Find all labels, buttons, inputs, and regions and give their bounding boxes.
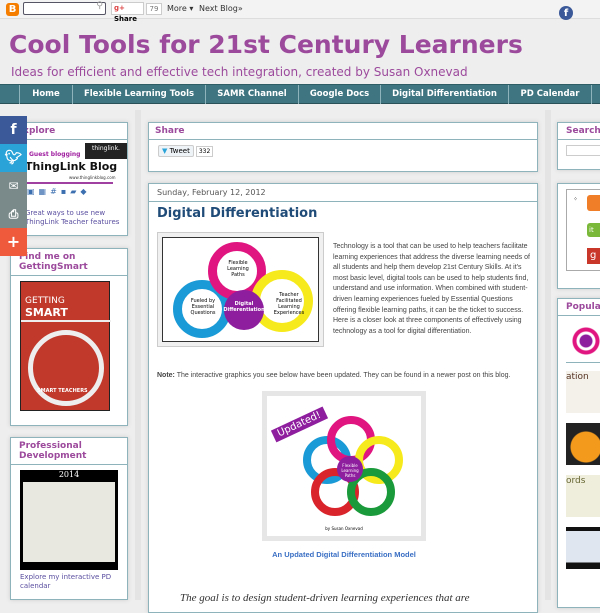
gettingsmart-image[interactable]: GETTING SMART SMART TEACHERS — [20, 281, 111, 411]
widget-title: Find me on GettingSmart — [11, 249, 127, 276]
image-year: 2014 — [58, 470, 80, 479]
facebook-icon[interactable]: f — [0, 116, 27, 144]
widget-title: Popular — [558, 299, 600, 316]
popular-post-thumb[interactable] — [566, 527, 600, 569]
updated-center-label: Flexible Learning Paths — [341, 463, 359, 478]
itunes-icon[interactable]: it — [587, 223, 600, 237]
nav-flexible-learning-tools[interactable]: Flexible Learning Tools — [72, 85, 205, 104]
column-divider — [545, 110, 551, 600]
popular-post-thumb[interactable]: ords — [566, 475, 600, 517]
blog-subtitle: Ideas for efficient and effective tech i… — [11, 65, 468, 79]
digital-differentiation-diagram[interactable]: Digital Differentiation Fueled by Essent… — [157, 232, 324, 347]
pd-caption[interactable]: Explore my interactive PD calendar — [20, 573, 127, 591]
facebook-icon[interactable]: f — [559, 6, 573, 20]
post-intro: Technology is a tool that can be used to… — [333, 243, 530, 335]
tweet-count: 332 — [195, 145, 214, 157]
nav-more[interactable] — [591, 85, 600, 104]
nav-pd-calendar[interactable]: PD Calendar — [508, 85, 591, 104]
post-note: Note: The interactive graphics you see b… — [157, 371, 531, 382]
navbar-search-input[interactable]: ⚲ — [23, 1, 106, 15]
twitter-bird-icon: ▼ — [162, 147, 168, 155]
post-title[interactable]: Digital Differentiation — [157, 206, 537, 221]
diagram-left-label: Fueled by Essential Questions — [190, 298, 216, 316]
email-icon[interactable]: ✉ — [0, 172, 27, 200]
follow-widget: ⁘ it g — [557, 183, 600, 289]
image-tag: Guest blogging — [29, 151, 81, 158]
share-widget: Share ▼ Tweet 332 — [148, 122, 538, 172]
image-banner: SMART TEACHERS — [37, 388, 88, 394]
blogger-logo-icon[interactable]: B — [6, 3, 19, 16]
share-count: 79 — [146, 3, 162, 15]
more-menu[interactable]: More ▾ — [167, 4, 193, 13]
next-blog-link[interactable]: Next Blog» — [199, 4, 243, 13]
post-date: Sunday, February 12, 2012 — [149, 184, 537, 202]
diagram-top-label: Flexible Learning Paths — [227, 260, 249, 278]
widget-title: Professional Development — [11, 438, 127, 465]
note-label: Note: — [157, 372, 175, 379]
updated-model-link[interactable]: An Updated Digital Differentiation Model — [149, 550, 539, 559]
nav-samr-channel[interactable]: SAMR Channel — [205, 85, 298, 104]
search-input[interactable] — [566, 145, 600, 156]
image-line: SMART — [25, 306, 68, 319]
nav-home[interactable]: Home — [19, 85, 72, 104]
main-nav: Home Flexible Learning Tools SAMR Channe… — [0, 84, 600, 104]
popular-posts-widget: Popular ation ords — [557, 298, 600, 608]
search-widget: Search — [557, 122, 600, 170]
subscribe-icon[interactable] — [587, 195, 600, 211]
widget-title: Explore — [11, 123, 127, 140]
diagram-right-label: Teacher Facilitated Learning Experiences — [273, 292, 305, 316]
gettingsmart-widget: Find me on GettingSmart GETTING SMART SM… — [10, 248, 128, 426]
diagram-center-label: Digital Differentiation — [223, 301, 265, 313]
plus-icon[interactable]: + — [0, 228, 27, 256]
nav-digital-differentiation[interactable]: Digital Differentiation — [380, 85, 508, 104]
grid-icon: ⁘ — [573, 196, 579, 203]
pd-calendar-image[interactable]: 2014 — [20, 470, 118, 570]
image-url: www.thinglinkblog.com — [69, 175, 116, 180]
popular-post-thumb[interactable] — [566, 321, 600, 363]
explore-widget: Explore Guest blogging thinglink. ThingL… — [10, 122, 128, 236]
popular-post-thumb[interactable]: ation — [566, 371, 600, 413]
image-credit: by Susan Oxnevad — [325, 526, 363, 531]
widget-title: Search — [558, 123, 600, 140]
search-icon[interactable]: ⚲ — [96, 1, 103, 11]
widget-title: Share — [149, 123, 537, 140]
image-line: GETTING — [25, 296, 65, 306]
tweet-button[interactable]: ▼ Tweet — [158, 145, 194, 157]
updated-model-image[interactable]: Flexible Learning Paths Updated! by Susa… — [262, 391, 426, 541]
image-badge: thinglink. — [85, 143, 127, 159]
column-divider — [135, 110, 141, 600]
print-icon[interactable]: ⎙ — [0, 200, 27, 228]
post-quote: The goal is to design student-driven lea… — [180, 592, 470, 604]
note-text: The interactive graphics you see below h… — [174, 372, 511, 379]
blog-post: Sunday, February 12, 2012 Digital Differ… — [148, 183, 538, 613]
twitter-icon[interactable]: 🐦︎ — [0, 144, 27, 172]
tweet-label: Tweet — [169, 147, 190, 155]
google-plus-icon[interactable]: g — [587, 248, 600, 264]
image-heading: ThingLink Blog — [25, 160, 118, 173]
share-label: Share — [114, 15, 137, 23]
google-plus-share-button[interactable]: g+ Share — [111, 2, 144, 23]
blog-title[interactable]: Cool Tools for 21st Century Learners — [9, 30, 523, 59]
thinglink-blog-image[interactable]: Guest blogging thinglink. ThingLink Blog… — [25, 143, 129, 205]
popular-post-thumb[interactable] — [566, 423, 600, 465]
explore-caption[interactable]: Great ways to use new ThingLink Teacher … — [25, 209, 127, 227]
google-plus-icon: g+ — [114, 4, 125, 12]
nav-google-docs[interactable]: Google Docs — [298, 85, 380, 104]
pd-widget: Professional Development 2014 Explore my… — [10, 437, 128, 600]
